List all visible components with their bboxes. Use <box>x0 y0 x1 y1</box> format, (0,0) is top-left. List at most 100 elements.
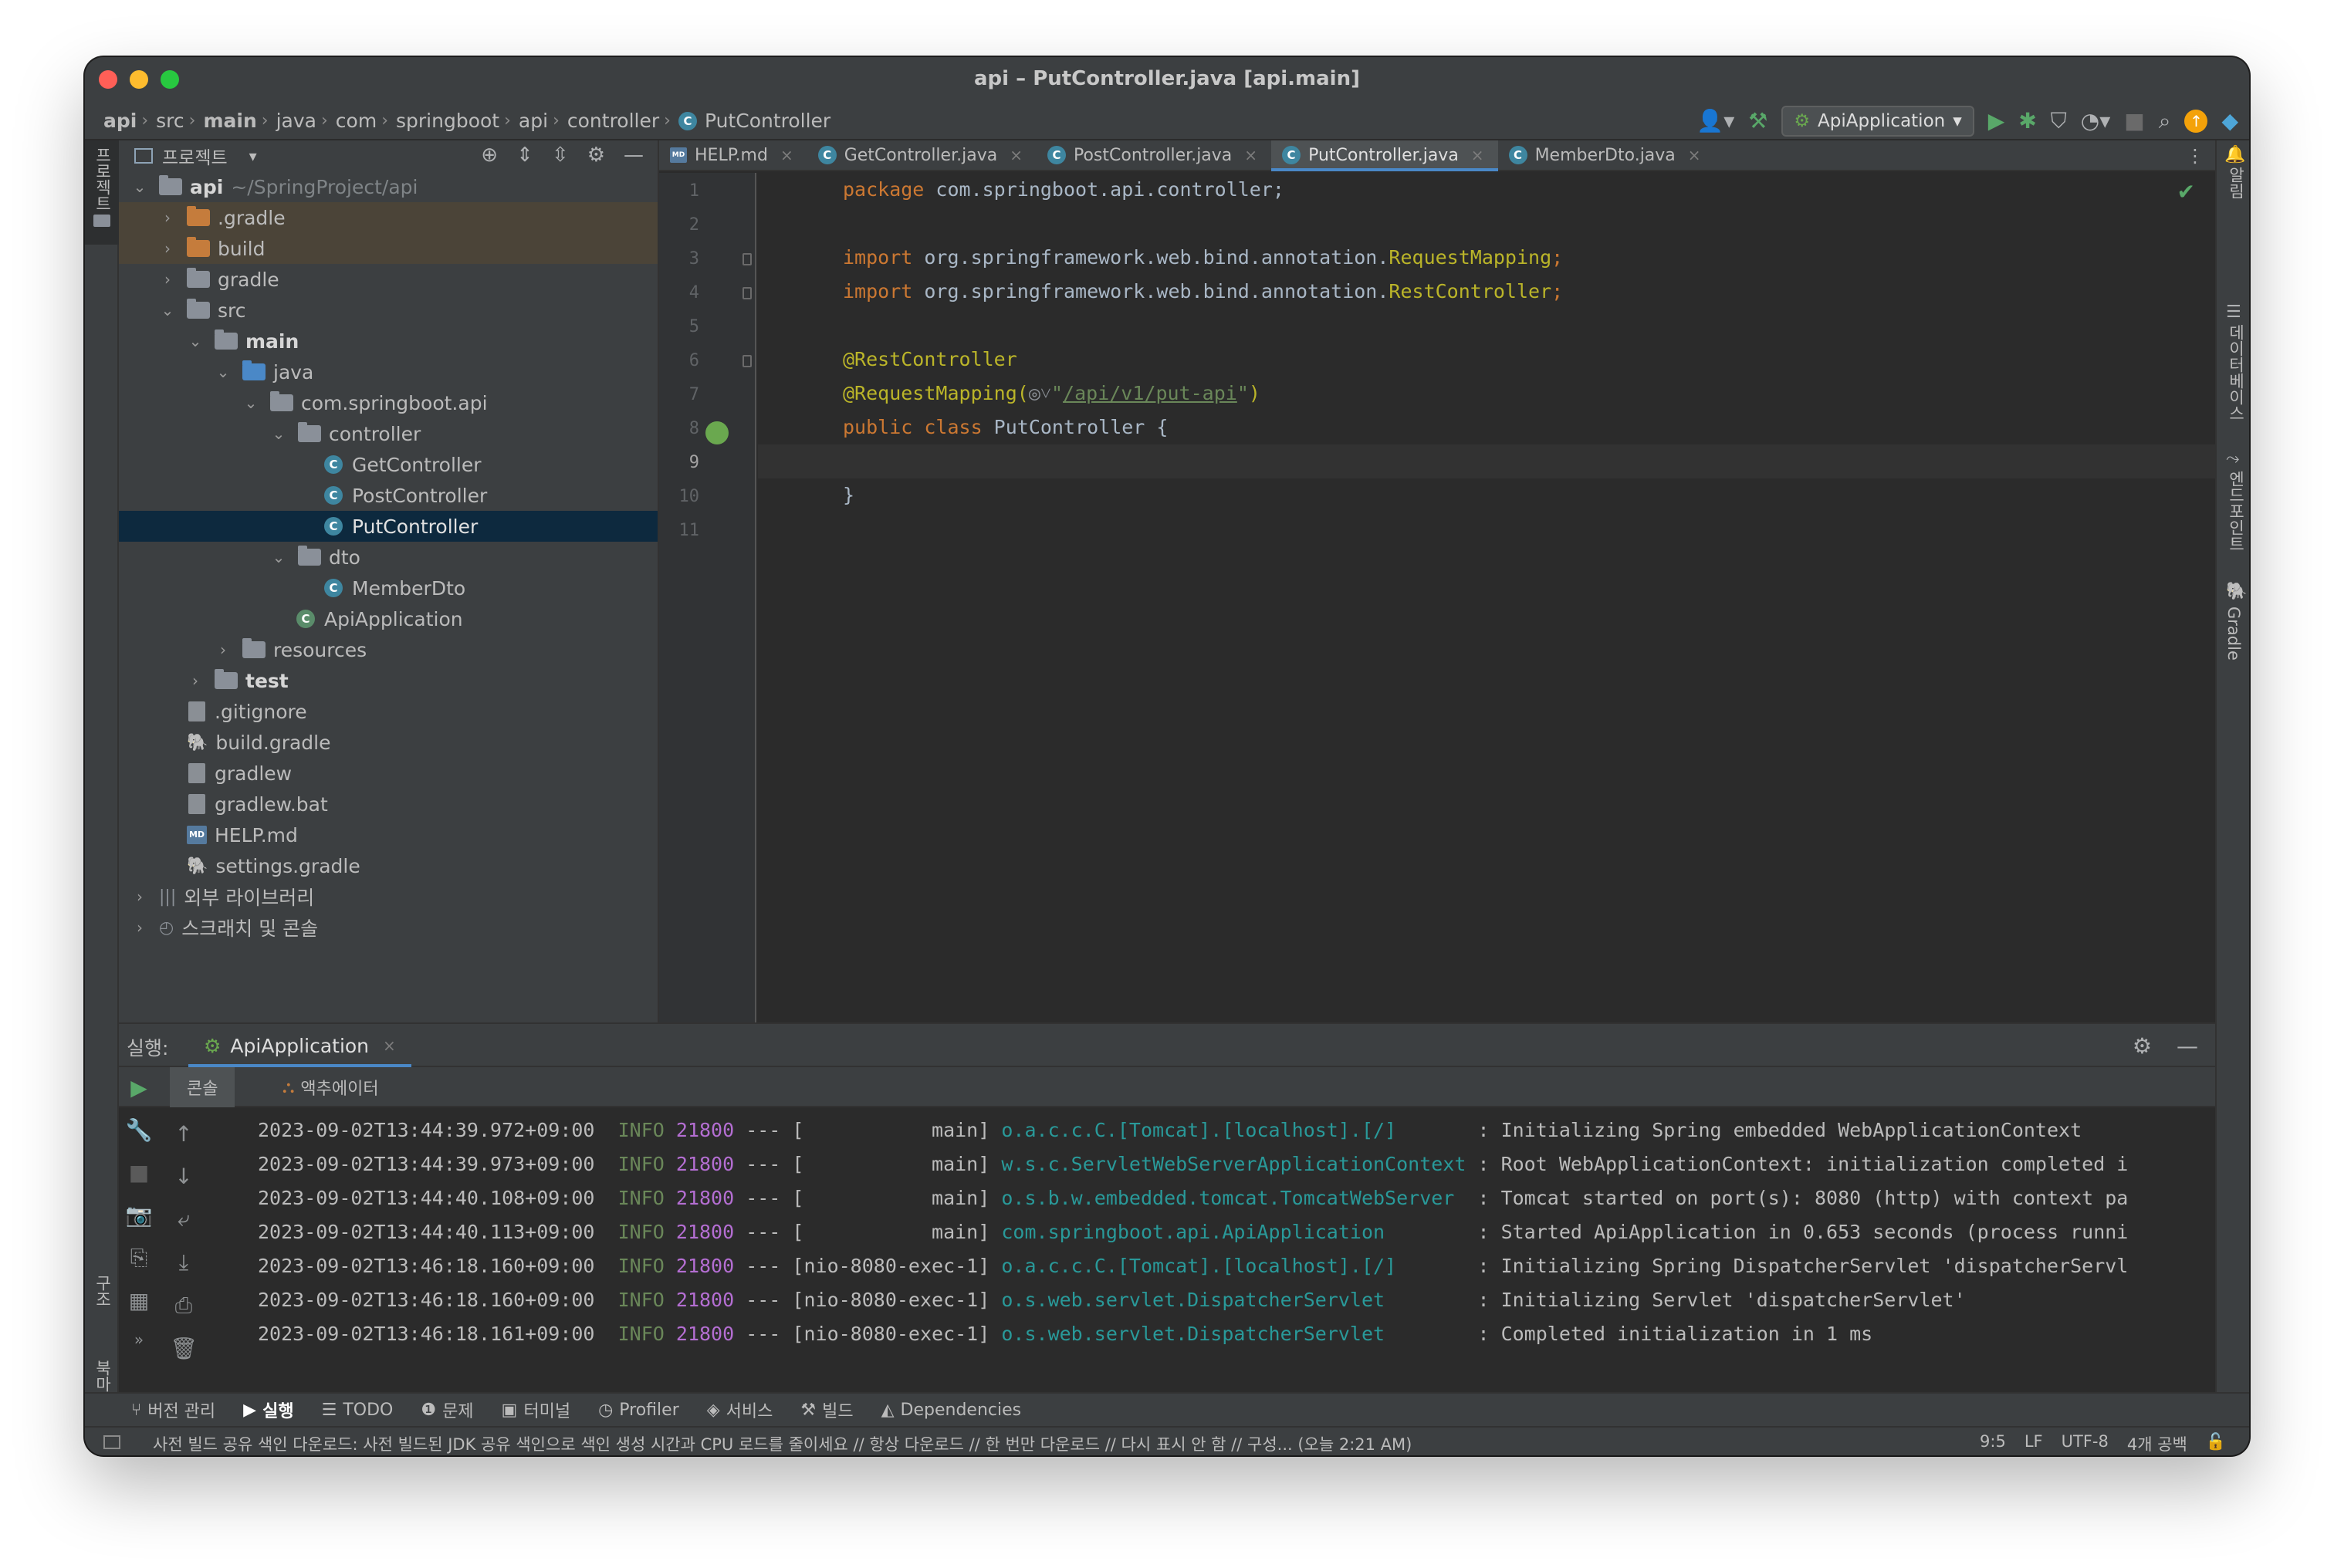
coverage-icon[interactable]: ⛉ <box>2051 107 2067 135</box>
code-editor[interactable]: ✔ package com.springboot.api.controller;… <box>758 173 2215 1022</box>
chevron-down-icon[interactable]: ⌄ <box>242 394 259 412</box>
fold-icon[interactable] <box>742 287 752 299</box>
tab-console[interactable]: 콘솔 <box>170 1067 235 1107</box>
breadcrumb-item-java[interactable]: java <box>276 110 316 132</box>
check-icon[interactable]: ✔ <box>2177 179 2195 204</box>
chevron-down-icon[interactable]: ⌄ <box>215 363 232 381</box>
breadcrumb-item-api-package[interactable]: api <box>519 110 548 132</box>
chevron-right-icon[interactable]: › <box>215 640 232 659</box>
notifications-tool-label[interactable]: 알림 <box>2224 167 2248 199</box>
stop-icon[interactable]: ■ <box>129 1160 149 1185</box>
tool-todo[interactable]: ☰ TODO <box>322 1401 394 1420</box>
chevron-down-icon[interactable]: ⌄ <box>159 301 176 319</box>
expand-all-icon[interactable]: ⇕ <box>516 144 533 167</box>
run-configuration-select[interactable]: ⚙ ApiApplication ▾ <box>1781 106 1974 137</box>
gear-icon[interactable]: ⚙ <box>2133 1033 2152 1059</box>
indent-setting[interactable]: 4개 공백 <box>2127 1432 2187 1455</box>
tree-item-gradlew-bat[interactable]: gradlew.bat <box>119 789 658 819</box>
close-icon[interactable]: × <box>1688 146 1701 164</box>
tree-item-help-md[interactable]: MD HELP.md <box>119 819 658 850</box>
chevron-right-icon[interactable]: › <box>159 239 176 258</box>
mapping-url-link[interactable]: /api/v1/put-api <box>1063 382 1237 404</box>
breadcrumb-item-main[interactable]: main <box>203 110 256 132</box>
bell-icon[interactable]: 🔔 <box>2224 145 2245 164</box>
tree-item-putcontroller[interactable]: C PutController <box>119 511 658 542</box>
locate-file-icon[interactable]: ⊕ <box>481 144 498 167</box>
tree-item-dto[interactable]: ⌄ dto <box>119 542 658 573</box>
build-hammer-icon[interactable]: ⚒ <box>1748 107 1767 135</box>
breadcrumb-item-putcontroller[interactable]: C PutController <box>678 110 830 132</box>
gear-icon[interactable]: ⚙ <box>587 144 605 167</box>
arrow-up-icon[interactable]: ↑ <box>174 1121 192 1147</box>
tool-problems[interactable]: ❶ 문제 <box>421 1397 473 1422</box>
tab-actuator[interactable]: ⛬ 액추에이터 <box>273 1067 388 1107</box>
tab-postcontroller[interactable]: C PostController.java × <box>1037 140 1271 170</box>
plugin-icon[interactable]: ◆ <box>2221 107 2238 135</box>
tree-item-external-libraries[interactable]: › ||| 외부 라이브러리 <box>119 881 658 912</box>
breadcrumb-item-com[interactable]: com <box>336 110 377 132</box>
project-tool-button[interactable]: 프로젝트 <box>85 140 119 245</box>
soft-wrap-icon[interactable]: ⤶ <box>178 1206 190 1232</box>
profile-icon[interactable]: ◔▾ <box>2081 107 2111 135</box>
fold-icon[interactable] <box>742 253 752 265</box>
tree-item-scratches[interactable]: › ◴ 스크래치 및 콘솔 <box>119 912 658 943</box>
more-vertical-icon[interactable]: ⋮ <box>2186 145 2204 167</box>
chevron-right-icon[interactable]: › <box>159 208 176 227</box>
debug-icon[interactable]: ✱ <box>2018 107 2036 135</box>
search-icon[interactable]: ⌕ <box>2159 107 2171 135</box>
chevron-right-icon[interactable]: › <box>187 671 204 690</box>
chevron-down-icon[interactable]: ⌄ <box>270 424 287 443</box>
run-icon[interactable]: ▶ <box>1988 107 2005 135</box>
tab-getcontroller[interactable]: C GetController.java × <box>807 140 1037 170</box>
chevron-right-icon[interactable]: › <box>131 887 148 906</box>
restore-layout-icon[interactable]: ⎘ <box>130 1245 147 1271</box>
close-icon[interactable]: × <box>1471 146 1484 164</box>
tool-dependencies[interactable]: ◭ Dependencies <box>881 1401 1022 1420</box>
chevron-right-icon[interactable]: › <box>159 270 176 289</box>
fold-icon[interactable] <box>742 355 752 367</box>
tree-item-apiapplication[interactable]: C ApiApplication <box>119 603 658 634</box>
structure-tool-label[interactable]: 구조 <box>91 1275 114 1307</box>
rerun-icon[interactable]: ▶ <box>130 1075 147 1100</box>
run-tab-apiapplication[interactable]: ⚙ ApiApplication × <box>188 1024 411 1067</box>
trash-icon[interactable]: 🗑 <box>170 1336 198 1361</box>
tree-item-gitignore[interactable]: .gitignore <box>119 696 658 727</box>
file-encoding[interactable]: UTF-8 <box>2062 1432 2109 1455</box>
tree-item-main[interactable]: ⌄ main <box>119 326 658 357</box>
tree-item-dot-gradle[interactable]: › .gradle <box>119 202 658 233</box>
wrench-icon[interactable]: 🔧 <box>126 1117 153 1143</box>
status-message[interactable]: 사전 빌드 공유 색인 다운로드: 사전 빌드된 JDK 공유 색인으로 색인 … <box>153 1432 1412 1455</box>
tree-item-test[interactable]: › test <box>119 665 658 696</box>
database-tool-label[interactable]: 데이터베이스 <box>2224 324 2248 421</box>
tab-memberdto[interactable]: C MemberDto.java × <box>1498 140 1715 170</box>
layout-icon[interactable]: ▦ <box>129 1288 149 1313</box>
tree-item-settings-gradle[interactable]: 🐘 settings.gradle <box>119 850 658 881</box>
line-separator[interactable]: LF <box>2024 1432 2043 1455</box>
chevron-down-icon[interactable]: ▾ <box>249 147 257 165</box>
tree-item-java[interactable]: ⌄ java <box>119 357 658 387</box>
arrow-down-icon[interactable]: ↓ <box>174 1164 192 1189</box>
tree-item-gradle[interactable]: › gradle <box>119 264 658 295</box>
tool-version-control[interactable]: ⑂ 버전 관리 <box>131 1397 215 1422</box>
tree-item-api[interactable]: ⌄ api ~/SpringProject/api <box>119 171 658 202</box>
breadcrumb-item-springboot[interactable]: springboot <box>396 110 499 132</box>
tree-item-getcontroller[interactable]: C GetController <box>119 449 658 480</box>
tree-item-build-gradle[interactable]: 🐘 build.gradle <box>119 727 658 758</box>
hide-panel-icon[interactable]: — <box>2177 1033 2198 1059</box>
lock-icon[interactable]: 🔓 <box>2206 1432 2226 1455</box>
breadcrumb-item-controller[interactable]: controller <box>567 110 659 132</box>
collapse-all-icon[interactable]: ⇳ <box>552 144 569 167</box>
tool-services[interactable]: ◈ 서비스 <box>707 1397 773 1422</box>
caret-position[interactable]: 9:5 <box>1980 1432 2006 1455</box>
hide-panel-icon[interactable]: — <box>624 144 644 167</box>
tree-item-gradlew[interactable]: gradlew <box>119 758 658 789</box>
tree-item-build[interactable]: › build <box>119 233 658 264</box>
stop-icon[interactable]: ■ <box>2124 107 2144 135</box>
chevron-right-icon[interactable]: › <box>131 918 148 937</box>
tab-help-md[interactable]: MD HELP.md × <box>659 140 807 170</box>
tree-item-package[interactable]: ⌄ com.springboot.api <box>119 387 658 418</box>
print-icon[interactable]: ⎙ <box>175 1293 192 1319</box>
console-output[interactable]: 2023-09-02T13:44:39.972+09:00 INFO 21800… <box>258 1113 2215 1408</box>
project-panel-title[interactable]: 프로젝트 <box>162 143 228 169</box>
more-icon[interactable]: » <box>134 1330 144 1349</box>
